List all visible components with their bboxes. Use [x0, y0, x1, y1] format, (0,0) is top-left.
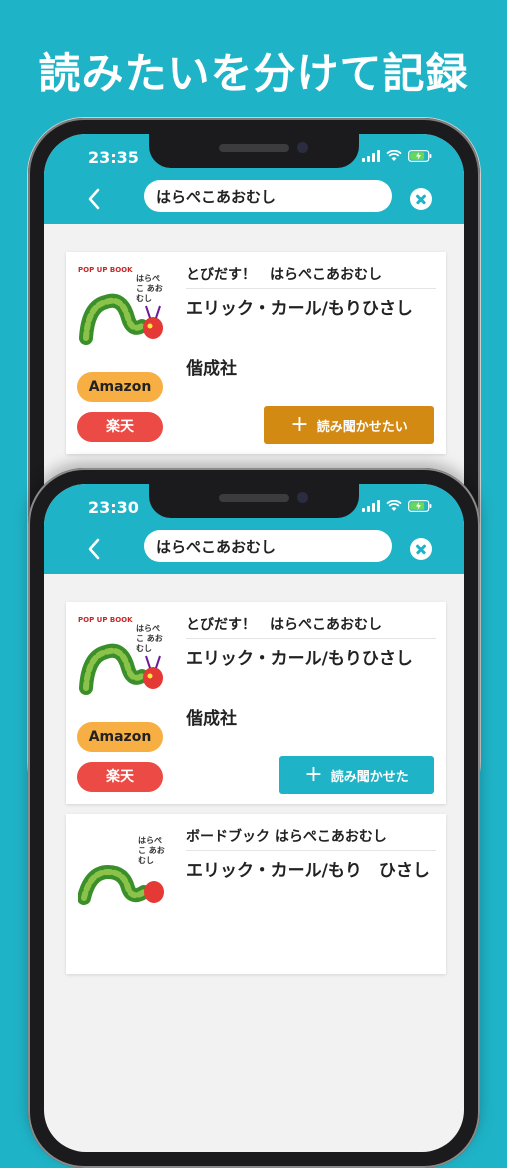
want-to-read-aloud-button[interactable]: + 読み聞かせたい: [264, 406, 434, 444]
clear-search-button[interactable]: [410, 538, 432, 560]
book-title: ボードブック はらぺこあおむし: [186, 829, 387, 845]
book-card[interactable]: POP UP BOOK はらぺこ あおむし とびだす！ はらぺこあおむし エリッ…: [66, 602, 446, 804]
amazon-button[interactable]: Amazon: [77, 722, 163, 752]
signal-icon: [362, 500, 380, 512]
status-icons: [362, 500, 432, 512]
back-button[interactable]: [84, 186, 106, 212]
wifi-icon: [386, 500, 402, 512]
plus-icon: +: [290, 411, 309, 437]
divider: [186, 638, 436, 639]
book-author: エリック・カール/もり ひさし: [186, 861, 430, 881]
search-input[interactable]: [144, 530, 392, 562]
status-time: 23:35: [88, 148, 139, 167]
signal-icon: [362, 150, 380, 162]
book-author: エリック・カール/もりひさし: [186, 299, 413, 319]
want-to-read-aloud-label: 読み聞かせたい: [316, 419, 408, 435]
read-aloud-done-label: 読み聞かせた: [330, 769, 409, 785]
cover-label-top: POP UP BOOK: [78, 266, 133, 274]
status-time: 23:30: [88, 498, 139, 517]
read-aloud-done-button[interactable]: + 読み聞かせた: [279, 756, 434, 794]
cover-label-side: はらぺこ あおむし: [136, 274, 163, 303]
book-title: とびだす！ はらぺこあおむし: [186, 267, 382, 283]
book-author: エリック・カール/もりひさし: [186, 649, 413, 669]
notch: [149, 134, 359, 168]
rakuten-button[interactable]: 楽天: [77, 412, 163, 442]
battery-charging-icon: [408, 500, 432, 512]
book-publisher: 偕成社: [186, 359, 237, 379]
phone-front-screen: 23:30 POP UP: [44, 484, 464, 1152]
amazon-button[interactable]: Amazon: [77, 372, 163, 402]
phone-front: 23:30 POP UP: [28, 468, 480, 1168]
rakuten-button[interactable]: 楽天: [77, 762, 163, 792]
headline: 読みたいを分けて記録: [38, 49, 469, 98]
divider: [186, 288, 436, 289]
cover-label-side: はらぺこ あおむし: [138, 836, 165, 865]
book-title: とびだす！ はらぺこあおむし: [186, 617, 382, 633]
battery-charging-icon: [408, 150, 432, 162]
chevron-left-icon: [88, 188, 100, 210]
back-button[interactable]: [84, 536, 106, 562]
cover-label-side: はらぺこ あおむし: [136, 624, 163, 653]
book-card[interactable]: はらぺこ あおむし ボードブック はらぺこあおむし エリック・カール/もり ひさ…: [66, 814, 446, 974]
search-input[interactable]: [144, 180, 392, 212]
notch: [149, 484, 359, 518]
clear-search-button[interactable]: [410, 188, 432, 210]
plus-icon: +: [304, 761, 323, 787]
chevron-left-icon: [88, 538, 100, 560]
status-icons: [362, 150, 432, 162]
divider: [186, 850, 436, 851]
wifi-icon: [386, 150, 402, 162]
book-card[interactable]: POP UP BOOK はらぺこ あおむし とびだす！ はらぺこあおむし エリッ…: [66, 252, 446, 454]
cover-label-top: POP UP BOOK: [78, 616, 133, 624]
book-publisher: 偕成社: [186, 709, 237, 729]
